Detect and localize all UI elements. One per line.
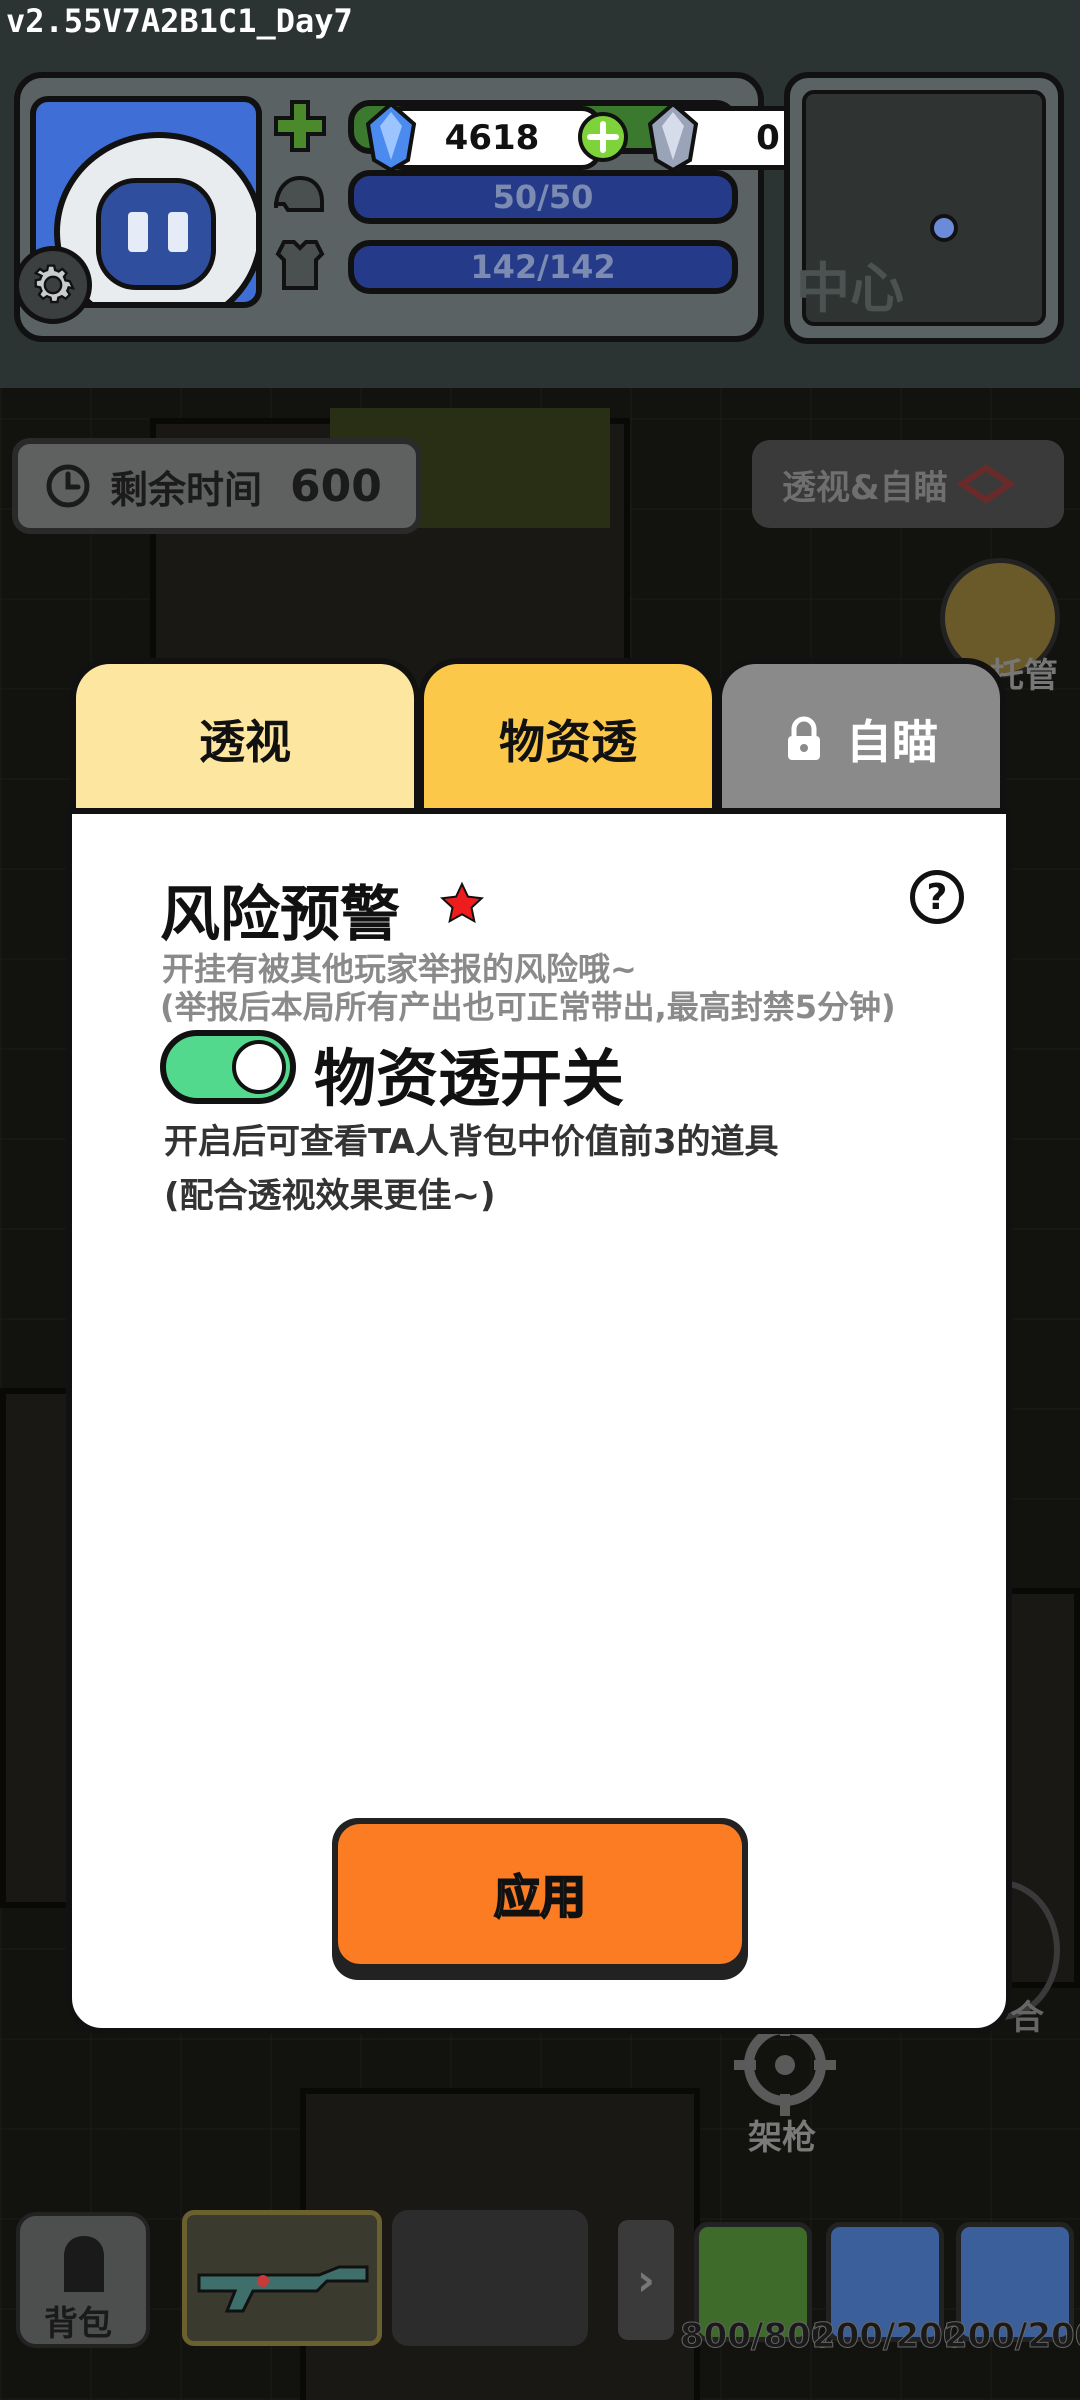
rifle-icon <box>197 2265 369 2313</box>
toggle-description: 开启后可查看TA人背包中价值前3的道具 <box>164 1122 779 1162</box>
toggle-description-note: (配合透视效果更佳~) <box>164 1176 496 1216</box>
top-hud: 50/50 142/142 4618 0 中心 <box>0 0 1080 388</box>
backpack-label: 背包 <box>44 2304 112 2344</box>
timer-label: 剩余时间 <box>110 467 263 512</box>
help-glyph: ? <box>926 876 948 918</box>
empty-weapon-slot[interactable] <box>392 2210 588 2346</box>
toggle-knob <box>232 1040 286 1094</box>
backpack-icon <box>64 2236 104 2292</box>
side-action-label: 合 <box>1010 1998 1044 2038</box>
loot-esp-toggle-label: 物资透开关 <box>314 1042 625 1115</box>
tab-label: 物资透 <box>499 715 637 769</box>
tab-label: 透视 <box>199 715 291 769</box>
apply-button[interactable]: 应用 <box>332 1818 748 1980</box>
player-location-pin <box>930 214 958 242</box>
silver-crystal-icon <box>647 101 699 173</box>
armor-bar: 50/50 <box>348 170 738 224</box>
help-icon[interactable]: ? <box>910 870 964 924</box>
loot-esp-toggle[interactable] <box>160 1030 296 1104</box>
settings-gear-icon[interactable] <box>14 246 92 324</box>
add-currency-plus-icon[interactable] <box>576 110 630 164</box>
blue-crystal-icon <box>365 101 417 173</box>
vest-bar: 142/142 <box>348 240 738 294</box>
minimap[interactable]: 中心 <box>784 72 1064 344</box>
avatar-eye <box>168 212 188 252</box>
apply-button-label: 应用 <box>338 1824 742 1964</box>
avatar-eye <box>128 212 148 252</box>
minimap-view: 中心 <box>796 90 1046 326</box>
esp-aim-label: 透视&自瞄 <box>782 467 948 508</box>
diamond-arrow-icon <box>956 464 1016 504</box>
weapon-slot[interactable] <box>182 2210 382 2346</box>
helmet-icon <box>274 175 324 212</box>
lock-icon <box>788 716 820 760</box>
risk-warning-note: (举报后本局所有产出也可正常带出,最高封禁5分钟) <box>160 988 896 1026</box>
remaining-time-panel: 剩余时间 600 <box>12 438 422 534</box>
tab-esp[interactable]: 透视 <box>70 658 420 814</box>
bag-count: 200/200 <box>943 2316 1080 2357</box>
vest-icon <box>275 240 325 290</box>
heal-plus-icon[interactable] <box>272 98 328 154</box>
tab-label: 自瞄 <box>846 715 938 769</box>
version-label: v2.55V7A2B1C1_Day7 <box>6 2 353 40</box>
esp-aim-button[interactable]: 透视&自瞄 <box>752 440 1064 528</box>
expand-bags-chevron-icon[interactable]: › <box>618 2220 674 2340</box>
tab-loot-esp[interactable]: 物资透 <box>418 658 718 814</box>
minimap-area-label: 中心 <box>796 257 904 320</box>
clock-icon <box>46 464 90 508</box>
risk-warning-title: 风险预警 <box>160 880 400 950</box>
avatar-visor <box>96 178 216 290</box>
bipod-label: 架枪 <box>748 2118 816 2158</box>
timer-value: 600 <box>290 460 382 512</box>
tab-aimbot[interactable]: 自瞄 <box>716 658 1006 814</box>
red-star-icon <box>440 881 484 924</box>
